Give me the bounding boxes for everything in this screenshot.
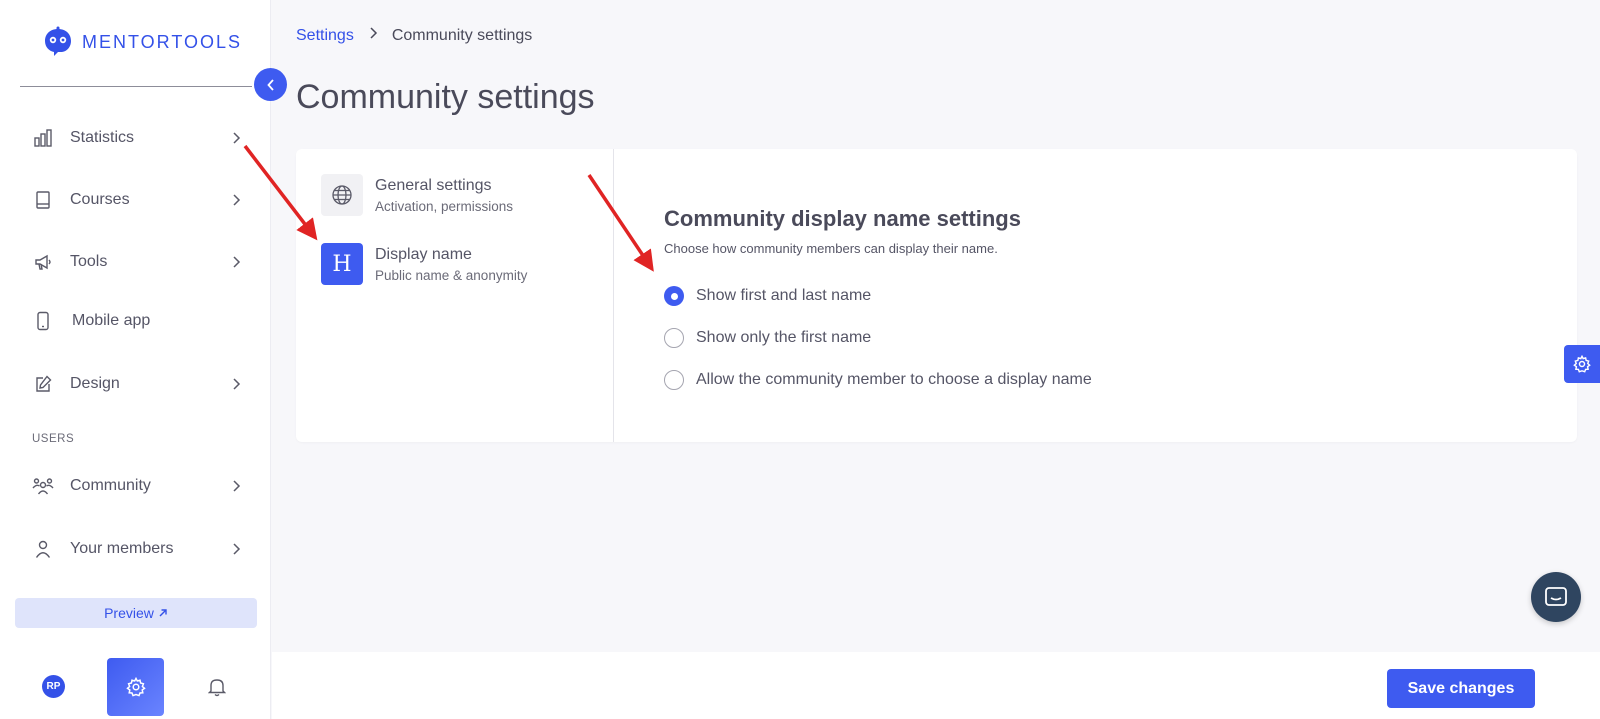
sidebar: MENTORTOOLS Statistics Courses Tools Mob… — [0, 0, 271, 719]
settings-menu-display-name[interactable]: H Display name Public name & anonymity — [321, 243, 601, 287]
chat-widget-button[interactable] — [1531, 572, 1581, 622]
chat-icon — [1545, 587, 1567, 606]
logo[interactable]: MENTORTOOLS — [42, 26, 242, 58]
sidebar-item-label: Statistics — [70, 129, 135, 146]
sidebar-item-your-members[interactable]: Your members — [20, 527, 250, 571]
robot-logo-icon — [45, 26, 71, 56]
megaphone-icon — [30, 249, 56, 275]
preview-button[interactable]: Preview — [15, 598, 257, 628]
breadcrumb-current: Community settings — [391, 26, 533, 44]
external-link-icon — [158, 605, 168, 621]
page-title: Community settings — [296, 78, 595, 116]
sidebar-item-courses[interactable]: Courses — [20, 178, 250, 222]
chevron-right-icon — [228, 254, 244, 270]
sidebar-item-label: Design — [70, 375, 120, 392]
radio-label: Show first and last name — [696, 287, 872, 304]
bar-chart-icon — [30, 125, 56, 151]
breadcrumb: Settings Community settings — [296, 26, 532, 45]
breadcrumb-settings-link[interactable]: Settings — [296, 27, 354, 45]
settings-panel-tab[interactable] — [1564, 345, 1600, 383]
settings-card: General settings Activation, permissions… — [296, 149, 1577, 442]
sidebar-item-label: Your members — [70, 540, 174, 557]
logo-text: MENTORTOOLS — [82, 31, 243, 52]
radio-option-first-only[interactable]: Show only the first name — [664, 328, 871, 348]
book-icon — [30, 187, 56, 213]
gear-icon — [125, 677, 146, 697]
menu-item-title: Display name — [375, 246, 472, 263]
sidebar-bottom-bar: RP — [0, 655, 271, 719]
avatar[interactable]: RP — [42, 675, 65, 698]
card-divider — [613, 149, 614, 442]
chevron-right-icon — [368, 26, 378, 45]
sidebar-divider — [20, 86, 252, 87]
sidebar-item-label: Mobile app — [72, 312, 151, 329]
chevron-right-icon — [228, 541, 244, 557]
notifications-button[interactable] — [207, 677, 227, 697]
menu-item-subtitle: Public name & anonymity — [375, 268, 528, 283]
settings-menu-general[interactable]: General settings Activation, permissions — [321, 174, 601, 218]
section-description: Choose how community members can display… — [664, 241, 998, 256]
sidebar-item-label: Community — [70, 477, 151, 494]
heading-icon: H — [321, 243, 363, 285]
menu-item-subtitle: Activation, permissions — [375, 199, 514, 214]
save-changes-button[interactable]: Save changes — [1387, 669, 1535, 708]
chevron-right-icon — [228, 192, 244, 208]
radio-label: Show only the first name — [696, 329, 872, 346]
section-title: Community display name settings — [664, 206, 1021, 231]
radio-option-member-choose[interactable]: Allow the community member to choose a d… — [664, 370, 1092, 390]
pencil-icon — [30, 371, 56, 397]
collapse-sidebar-button[interactable] — [254, 68, 287, 101]
user-icon — [30, 536, 56, 562]
radio-button[interactable] — [664, 328, 684, 348]
sidebar-item-mobile-app[interactable]: Mobile app — [20, 299, 250, 343]
preview-label: Preview — [104, 605, 154, 621]
radio-button[interactable] — [664, 286, 684, 306]
radio-label: Allow the community member to choose a d… — [696, 371, 1092, 388]
chevron-left-icon — [266, 78, 274, 91]
chevron-right-icon — [228, 376, 244, 392]
users-section-label: USERS — [32, 433, 75, 445]
sidebar-item-design[interactable]: Design — [20, 362, 250, 406]
settings-button[interactable] — [107, 658, 164, 716]
gear-icon — [1573, 355, 1591, 373]
smartphone-icon — [30, 308, 56, 334]
sidebar-item-community[interactable]: Community — [20, 464, 250, 508]
globe-icon — [321, 174, 363, 216]
menu-item-title: General settings — [375, 177, 492, 194]
chevron-right-icon — [228, 130, 244, 146]
sidebar-item-statistics[interactable]: Statistics — [20, 116, 250, 160]
sidebar-item-tools[interactable]: Tools — [20, 240, 250, 284]
sidebar-item-label: Courses — [70, 191, 130, 208]
radio-button[interactable] — [664, 370, 684, 390]
bell-icon — [208, 679, 226, 697]
people-icon — [30, 473, 56, 499]
sidebar-item-label: Tools — [70, 253, 108, 270]
chevron-right-icon — [228, 478, 244, 494]
radio-option-first-last[interactable]: Show first and last name — [664, 286, 871, 306]
